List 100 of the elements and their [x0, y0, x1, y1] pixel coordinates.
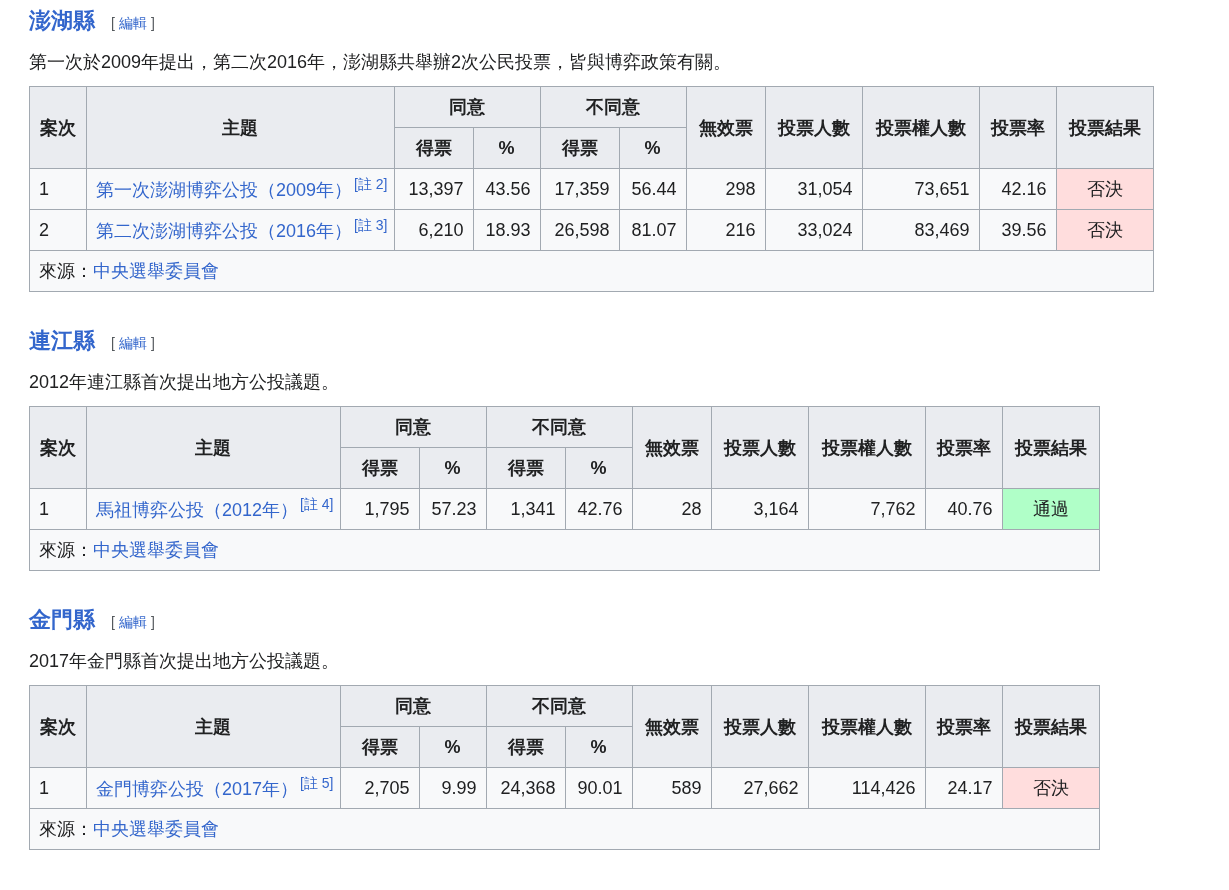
table-cell: 6,210 — [394, 209, 473, 251]
table-cell: 57.23 — [419, 488, 486, 530]
column-header: 不同意 — [540, 86, 686, 128]
column-header: 投票權人數 — [808, 685, 925, 768]
column-header: 投票人數 — [711, 406, 808, 489]
column-header: 不同意 — [486, 406, 632, 448]
edit-link[interactable]: 編輯 — [118, 614, 147, 632]
table-cell: 43.56 — [473, 168, 540, 210]
column-header: 得票 — [340, 447, 419, 489]
table-cell: 1,341 — [486, 488, 565, 530]
column-header: 投票率 — [925, 406, 1002, 489]
table-cell: 13,397 — [394, 168, 473, 210]
section-heading: 澎湖縣 — [29, 7, 95, 35]
edit-link[interactable]: 編輯 — [118, 15, 147, 33]
bracket-text: ] — [150, 15, 155, 33]
table-cell: 24,368 — [486, 767, 565, 809]
column-header: 投票率 — [979, 86, 1056, 169]
table-cell: 3,164 — [711, 488, 808, 530]
column-header: 投票人數 — [765, 86, 862, 169]
column-header: % — [565, 726, 632, 768]
table-cell: 2 — [29, 209, 87, 251]
bracket-text: [ — [111, 15, 115, 33]
table-cell: 56.44 — [619, 168, 686, 210]
column-header: 主題 — [86, 86, 394, 169]
bracket-text: [ — [111, 335, 115, 353]
result-cell: 否決 — [1056, 209, 1153, 251]
column-header: 無效票 — [632, 685, 711, 768]
table-cell: 83,469 — [862, 209, 979, 251]
note-link[interactable]: [註 3] — [354, 217, 388, 233]
table-cell: 298 — [686, 168, 765, 210]
table-cell: 40.76 — [925, 488, 1002, 530]
table-cell: 81.07 — [619, 209, 686, 251]
intro-text: 2012年連江縣首次提出地方公投議題。 — [29, 371, 341, 394]
edit-link[interactable]: 編輯 — [118, 335, 147, 353]
column-header: 投票率 — [925, 685, 1002, 768]
table-cell: 24.17 — [925, 767, 1002, 809]
table-cell: 1,795 — [340, 488, 419, 530]
table-cell: 114,426 — [808, 767, 925, 809]
column-header: 主題 — [86, 685, 340, 768]
table-cell: 1 — [29, 168, 87, 210]
note-link[interactable]: [註 2] — [354, 176, 388, 192]
column-header: 得票 — [486, 726, 565, 768]
table-cell: 39.56 — [979, 209, 1056, 251]
table-cell: 28 — [632, 488, 711, 530]
column-header: 同意 — [340, 406, 486, 448]
column-header: 案次 — [29, 86, 87, 169]
column-header: 投票結果 — [1002, 406, 1099, 489]
table-cell: 589 — [632, 767, 711, 809]
column-header: 案次 — [29, 685, 87, 768]
topic-link[interactable]: 馬祖博弈公投（2012年） — [96, 500, 299, 520]
column-header: 案次 — [29, 406, 87, 489]
table-cell: 26,598 — [540, 209, 619, 251]
section-heading: 連江縣 — [29, 327, 95, 355]
source-link[interactable]: 中央選舉委員會 — [93, 540, 219, 560]
source-link[interactable]: 中央選舉委員會 — [93, 819, 219, 839]
source-link[interactable]: 中央選舉委員會 — [93, 261, 219, 281]
column-header: 不同意 — [486, 685, 632, 727]
column-header: 得票 — [540, 127, 619, 169]
table-cell: 9.99 — [419, 767, 486, 809]
column-header: 主題 — [86, 406, 340, 489]
table-cell: 31,054 — [765, 168, 862, 210]
note-link[interactable]: [註 4] — [300, 496, 334, 512]
column-header: 無效票 — [632, 406, 711, 489]
result-cell: 否決 — [1056, 168, 1153, 210]
column-header: 同意 — [340, 685, 486, 727]
topic-link[interactable]: 金門博弈公投（2017年） — [96, 779, 299, 799]
section-heading: 金門縣 — [29, 606, 95, 634]
topic-link[interactable]: 第二次澎湖博弈公投（2016年） — [96, 221, 353, 241]
column-header: 同意 — [394, 86, 540, 128]
column-header: 投票權人數 — [808, 406, 925, 489]
table-cell: 2,705 — [340, 767, 419, 809]
column-header: 投票人數 — [711, 685, 808, 768]
column-header: 投票結果 — [1002, 685, 1099, 768]
table-cell: 216 — [686, 209, 765, 251]
source-label: 來源： — [39, 261, 93, 281]
source-label: 來源： — [39, 540, 93, 560]
topic-link[interactable]: 第一次澎湖博弈公投（2009年） — [96, 180, 353, 200]
column-header: 投票權人數 — [862, 86, 979, 169]
column-header: 投票結果 — [1056, 86, 1153, 169]
column-header: % — [419, 447, 486, 489]
column-header: 得票 — [340, 726, 419, 768]
column-header: 無效票 — [686, 86, 765, 169]
column-header: % — [419, 726, 486, 768]
table-cell: 90.01 — [565, 767, 632, 809]
table-cell: 42.16 — [979, 168, 1056, 210]
table-cell: 73,651 — [862, 168, 979, 210]
result-cell: 通過 — [1002, 488, 1099, 530]
table-cell: 7,762 — [808, 488, 925, 530]
column-header: % — [619, 127, 686, 169]
result-cell: 否決 — [1002, 767, 1099, 809]
table-cell: 42.76 — [565, 488, 632, 530]
column-header: % — [473, 127, 540, 169]
intro-text: 2017年金門縣首次提出地方公投議題。 — [29, 650, 341, 673]
table-cell: 18.93 — [473, 209, 540, 251]
table-cell: 1 — [29, 488, 87, 530]
table-cell: 17,359 — [540, 168, 619, 210]
source-label: 來源： — [39, 819, 93, 839]
note-link[interactable]: [註 5] — [300, 775, 334, 791]
bracket-text: [ — [111, 614, 115, 632]
column-header: 得票 — [486, 447, 565, 489]
